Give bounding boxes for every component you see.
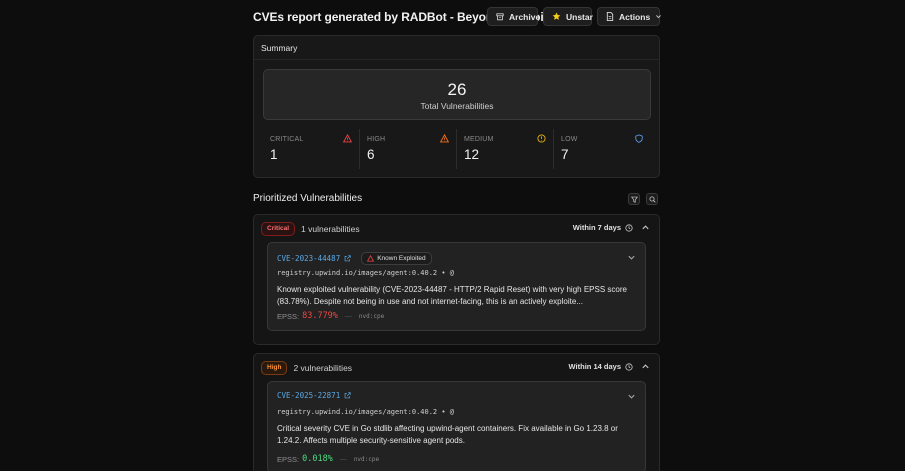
search-button[interactable] xyxy=(646,193,658,205)
group-header[interactable]: High 2 vulnerabilities Within 14 days xyxy=(261,361,650,375)
deadline-label: Within 7 days xyxy=(572,223,621,232)
header-actions: Archive Unstar Actions xyxy=(487,7,662,26)
warning-triangle-icon xyxy=(440,134,449,143)
severity-low: LOW 7 xyxy=(554,128,650,170)
clock-icon xyxy=(625,362,633,371)
group-count: 1 vulnerabilities xyxy=(301,224,360,234)
warning-triangle-icon xyxy=(367,255,375,262)
document-icon xyxy=(606,12,614,21)
source-label: nvd:cpe xyxy=(353,455,380,463)
page-header: CVEs report generated by RADBot - Beyond… xyxy=(253,7,662,27)
severity-count: 12 xyxy=(464,147,480,162)
actions-dropdown-button[interactable]: Actions xyxy=(597,7,662,26)
cve-link[interactable]: CVE-2025-22871 xyxy=(277,391,340,400)
severity-label: LOW xyxy=(561,136,578,143)
severity-label: MEDIUM xyxy=(464,136,494,143)
severity-count: 1 xyxy=(270,147,278,162)
severity-high: HIGH 6 xyxy=(360,128,456,170)
epss-label: EPSS: xyxy=(277,311,300,321)
cve-row: CVE-2025-22871 xyxy=(277,391,351,400)
image-registry: registry.upwind.io/images/agent:0.40.2 •… xyxy=(277,269,455,277)
vulnerability-group-critical: Critical 1 vulnerabilities Within 7 days… xyxy=(253,214,660,345)
epss-row: EPSS: 83.779% — nvd:cpe xyxy=(277,311,384,321)
archive-icon xyxy=(496,12,504,20)
severity-badge: Critical xyxy=(261,222,296,236)
warning-triangle-icon xyxy=(343,134,352,143)
alert-circle-icon xyxy=(537,134,546,143)
actions-label: Actions xyxy=(619,11,651,22)
divider xyxy=(254,59,659,60)
cve-link[interactable]: CVE-2023-44487 xyxy=(277,254,340,263)
summary-panel: Summary 26 Total Vulnerabilities CRITICA… xyxy=(253,35,660,178)
total-vulnerabilities-card: 26 Total Vulnerabilities xyxy=(263,69,651,120)
archive-label: Archive xyxy=(509,11,541,22)
epss-row: EPSS: 0.018% — nvd:cpe xyxy=(277,454,379,464)
vulnerability-card[interactable]: CVE-2025-22871 registry.upwind.io/images… xyxy=(267,381,646,471)
chevron-down-icon xyxy=(656,15,662,19)
vulnerability-group-high: High 2 vulnerabilities Within 14 days CV… xyxy=(253,353,660,471)
severity-label: CRITICAL xyxy=(270,136,304,143)
severity-critical: CRITICAL 1 xyxy=(263,128,359,170)
deadline-label: Within 14 days xyxy=(568,362,621,371)
group-count: 2 vulnerabilities xyxy=(293,363,353,373)
total-vulnerabilities-label: Total Vulnerabilities xyxy=(420,101,494,111)
severity-label: HIGH xyxy=(367,136,386,143)
summary-title: Summary xyxy=(261,43,298,53)
vulnerability-card[interactable]: CVE-2023-44487 Known Exploited registry.… xyxy=(267,242,646,331)
chevron-down-icon[interactable] xyxy=(627,253,636,262)
filter-button[interactable] xyxy=(628,193,640,205)
group-header[interactable]: Critical 1 vulnerabilities Within 7 days xyxy=(261,222,650,236)
group-deadline: Within 14 days xyxy=(569,362,650,371)
separator: — xyxy=(344,312,352,320)
unstar-label: Unstar xyxy=(566,11,593,22)
shield-icon xyxy=(635,134,643,143)
unstar-button[interactable]: Unstar xyxy=(543,7,593,26)
image-registry: registry.upwind.io/images/agent:0.40.2 •… xyxy=(277,408,455,416)
vulnerability-description: Known exploited vulnerability (CVE-2023-… xyxy=(277,285,627,306)
external-link-icon[interactable] xyxy=(344,392,351,399)
external-link-icon[interactable] xyxy=(344,255,351,262)
source-label: nvd:cpe xyxy=(358,312,385,320)
star-icon xyxy=(552,12,561,20)
epss-value: 0.018% xyxy=(302,454,333,464)
severity-medium: MEDIUM 12 xyxy=(457,128,553,170)
clock-icon xyxy=(625,223,633,232)
separator: — xyxy=(339,455,347,463)
chevron-up-icon[interactable] xyxy=(641,223,650,232)
epss-value: 83.779% xyxy=(302,311,338,321)
known-exploited-label: Known Exploited xyxy=(377,255,426,262)
total-vulnerabilities-count: 26 xyxy=(447,80,467,99)
vulnerability-description: Critical severity CVE in Go stdlib affec… xyxy=(277,424,618,445)
severity-count: 7 xyxy=(561,147,569,162)
chevron-down-icon[interactable] xyxy=(627,392,636,401)
chevron-up-icon[interactable] xyxy=(641,362,650,371)
filter-icon xyxy=(630,196,638,203)
known-exploited-badge: Known Exploited xyxy=(361,252,432,265)
search-icon xyxy=(649,196,656,203)
epss-label: EPSS: xyxy=(277,454,300,464)
severity-count: 6 xyxy=(367,147,375,162)
group-deadline: Within 7 days xyxy=(573,223,650,232)
severity-badge: High xyxy=(261,361,288,375)
section-title: Prioritized Vulnerabilities xyxy=(253,193,363,204)
cve-row: CVE-2023-44487 Known Exploited xyxy=(277,252,432,265)
archive-button[interactable]: Archive xyxy=(487,7,541,26)
